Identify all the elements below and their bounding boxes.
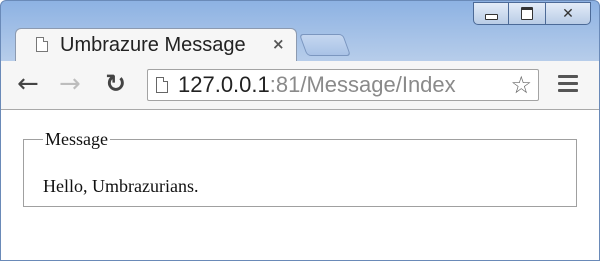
address-bar[interactable]: 127.0.0.1:81/Message/Index ☆ xyxy=(147,69,539,101)
browser-window: ✕ Umbrazure Message × ← → ↻ 127.0.0.1:81… xyxy=(0,0,600,261)
new-tab-button[interactable] xyxy=(298,34,352,56)
page-icon xyxy=(36,37,48,52)
reload-icon[interactable]: ↻ xyxy=(105,71,126,97)
back-arrow-icon[interactable]: ← xyxy=(17,71,39,97)
message-fieldset: Message Hello, Umbrazurians. xyxy=(23,129,577,207)
forward-arrow-icon[interactable]: → xyxy=(59,71,81,97)
menu-hamburger-icon[interactable] xyxy=(558,75,578,96)
url-host: 127.0.0.1 xyxy=(178,72,270,97)
page-icon xyxy=(156,77,168,93)
maximize-button[interactable] xyxy=(508,2,546,25)
message-text: Hello, Umbrazurians. xyxy=(43,176,199,196)
fieldset-legend: Message xyxy=(45,129,108,149)
tab-title: Umbrazure Message xyxy=(60,34,246,56)
minimize-button[interactable] xyxy=(473,2,509,25)
title-bar: ✕ Umbrazure Message × xyxy=(1,1,599,61)
url-path: :81/Message/Index xyxy=(269,72,456,97)
close-window-button[interactable]: ✕ xyxy=(545,2,591,25)
close-icon: ✕ xyxy=(562,5,574,22)
bookmark-star-icon[interactable]: ☆ xyxy=(510,71,532,99)
page-content: Message Hello, Umbrazurians. xyxy=(1,110,599,260)
url-text[interactable]: 127.0.0.1:81/Message/Index xyxy=(178,72,456,98)
minimize-icon xyxy=(484,13,498,20)
maximize-icon xyxy=(521,7,533,20)
browser-toolbar: ← → ↻ 127.0.0.1:81/Message/Index ☆ xyxy=(1,61,599,110)
window-controls: ✕ xyxy=(473,2,591,25)
tab-umbrazure-message[interactable]: Umbrazure Message × xyxy=(15,28,297,61)
tab-close-icon[interactable]: × xyxy=(272,35,285,53)
